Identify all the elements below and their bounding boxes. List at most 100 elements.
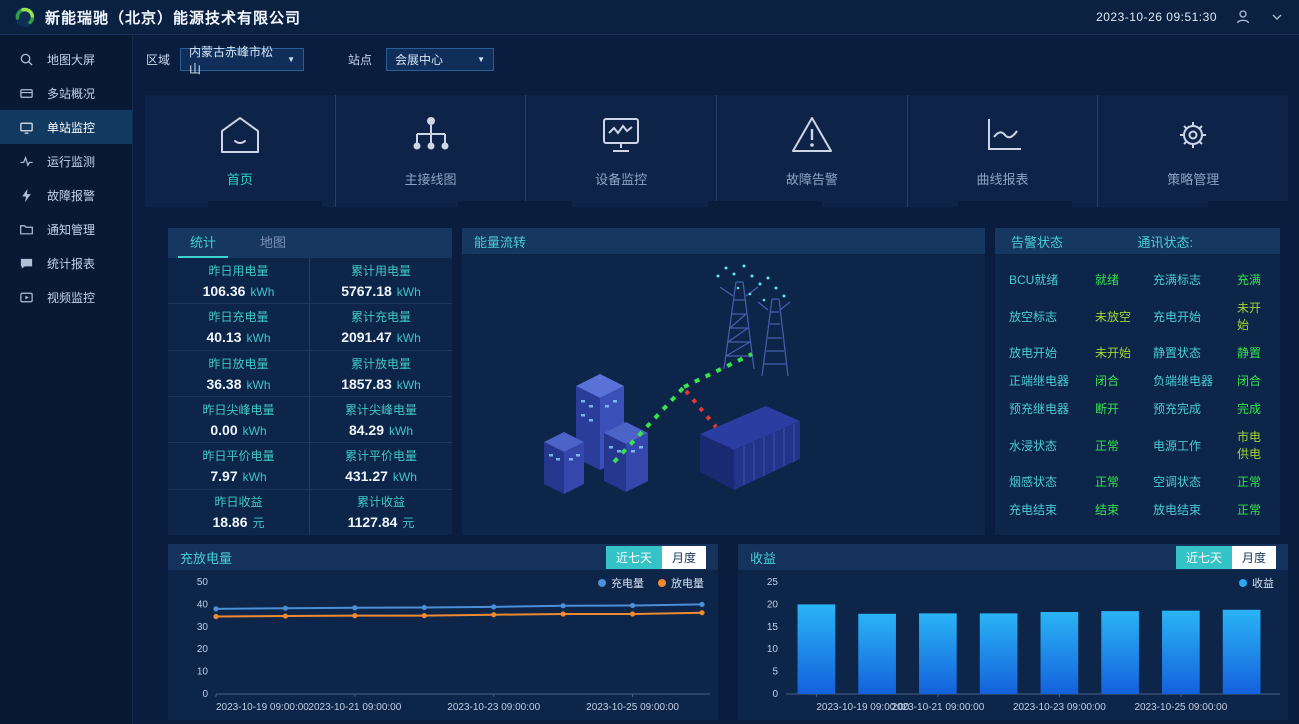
- storage-container: [700, 406, 800, 490]
- sidebar-item-notification[interactable]: 通知管理: [0, 212, 132, 246]
- nav-item-label: 主接线图: [405, 169, 457, 188]
- stat-label: 累计用电量: [351, 262, 411, 279]
- nav-item-device-monitor[interactable]: 设备监控: [525, 95, 716, 207]
- chart-legend: 收益: [1239, 575, 1274, 591]
- stat-value: 18.86元: [212, 514, 264, 531]
- nav-item-wiring-diagram[interactable]: 主接线图: [335, 95, 526, 207]
- status-label: 预充完成: [1153, 400, 1237, 417]
- nav-item-label: 设备监控: [595, 169, 647, 188]
- stat-label: 昨日平价电量: [202, 447, 274, 464]
- stat-cell: 累计收益 1127.84元: [310, 490, 452, 535]
- sidebar-item-report[interactable]: 统计报表: [0, 246, 132, 280]
- stat-cell: 昨日用电量106.36kWh: [168, 258, 310, 303]
- sidebar-item-fault-alarm[interactable]: 故障报警: [0, 178, 132, 212]
- svg-text:2023-10-21 09:00:00: 2023-10-21 09:00:00: [891, 702, 984, 713]
- magnifier-icon: [19, 52, 34, 67]
- status-value: 闭合: [1095, 372, 1153, 389]
- nav-item-label: 策略管理: [1167, 169, 1219, 188]
- status-label: 负端继电器: [1153, 372, 1237, 389]
- nav-item-label: 故障告警: [786, 169, 838, 188]
- svg-text:0: 0: [772, 689, 778, 700]
- gear-icon: [1171, 115, 1215, 155]
- sidebar-item-multi-station[interactable]: 多站概况: [0, 76, 132, 110]
- status-row: 正端继电器闭合负端继电器闭合: [995, 372, 1280, 389]
- statistics-panel: 统计 地图 昨日用电量106.36kWh累计用电量5767.18kWh昨日充电量…: [168, 228, 452, 535]
- stat-value: 1127.84元: [348, 514, 415, 531]
- status-value: 完成: [1237, 400, 1266, 417]
- stat-cell: 累计用电量5767.18kWh: [310, 258, 452, 303]
- monitor-icon: [19, 120, 34, 135]
- status-row: 预充继电器断开预充完成完成: [995, 400, 1280, 417]
- site-select[interactable]: 会展中心 ▼: [386, 48, 494, 71]
- svg-text:50: 50: [197, 577, 209, 588]
- stat-cell: 昨日收益18.86元: [168, 490, 310, 535]
- stat-label: 累计收益: [357, 493, 405, 510]
- status-value: 充满: [1237, 271, 1266, 288]
- tower-sparks: [717, 265, 786, 302]
- waveform-icon: [19, 154, 34, 169]
- chevron-down-icon[interactable]: [1269, 9, 1285, 25]
- energy-line-red: [686, 391, 716, 427]
- status-label: 放电开始: [1009, 344, 1095, 361]
- stat-value: 2091.47kWh: [341, 329, 421, 345]
- sidebar-item-video[interactable]: 视频监控: [0, 280, 132, 314]
- device-monitor-icon: [599, 115, 643, 155]
- svg-text:2023-10-25 09:00:00: 2023-10-25 09:00:00: [586, 702, 679, 713]
- energy-flow-panel: 能量流转: [462, 228, 985, 535]
- company-name: 新能瑞驰（北京）能源技术有限公司: [45, 7, 301, 28]
- sidebar-item-map-screen[interactable]: 地图大屏: [0, 42, 132, 76]
- nav-item-fault-alert[interactable]: 故障告警: [716, 95, 907, 207]
- region-select[interactable]: 内蒙古赤峰市松山 ▼: [180, 48, 304, 71]
- alarm-status-panel: 告警状态 通讯状态: BCU就绪就绪充满标志充满放空标志未放空充电开始未开始放电…: [995, 228, 1280, 535]
- sidebar-item-label: 通知管理: [47, 221, 95, 238]
- energy-flow-title: 能量流转: [474, 232, 526, 251]
- stat-value: 431.27kWh: [345, 468, 417, 484]
- nav-item-label: 曲线报表: [977, 169, 1029, 188]
- status-label: 电源工作: [1153, 437, 1237, 454]
- partial-card: [1208, 201, 1299, 214]
- status-label: 充电开始: [1153, 308, 1237, 325]
- svg-text:15: 15: [767, 622, 779, 633]
- alarm-status-title: 告警状态: [995, 232, 1138, 251]
- stat-label: 累计平价电量: [345, 447, 417, 464]
- stats-tabbar: 统计 地图: [168, 228, 452, 258]
- range-button[interactable]: 近七天: [1176, 546, 1232, 569]
- stat-cell: 累计放电量1857.83kWh: [310, 351, 452, 396]
- status-value: 未开始: [1095, 344, 1153, 361]
- status-label: 正端继电器: [1009, 372, 1095, 389]
- status-row: 水浸状态正常电源工作市电供电: [995, 428, 1280, 462]
- status-label: 充电结束: [1009, 501, 1095, 518]
- datetime: 2023-10-26 09:51:30: [1096, 10, 1217, 24]
- sidebar: 地图大屏 多站概况 单站监控 运行监测 故障报警 通知管理 统计报表 视频监控: [0, 35, 133, 724]
- stat-value: 84.29kWh: [349, 422, 413, 438]
- status-label: 充满标志: [1153, 271, 1237, 288]
- svg-text:2023-10-23 09:00:00: 2023-10-23 09:00:00: [447, 702, 540, 713]
- svg-text:10: 10: [197, 667, 209, 678]
- legend-dot-icon: [1239, 579, 1247, 587]
- nav-item-curve-report[interactable]: 曲线报表: [907, 95, 1098, 207]
- buildings: [544, 374, 648, 494]
- range-button[interactable]: 近七天: [606, 546, 662, 569]
- sidebar-item-label: 地图大屏: [47, 51, 95, 68]
- top-header: 新能瑞驰（北京）能源技术有限公司 2023-10-26 09:51:30: [0, 0, 1299, 35]
- status-label: 预充继电器: [1009, 400, 1095, 417]
- stat-value: 1857.83kWh: [341, 376, 421, 392]
- legend-item[interactable]: 收益: [1239, 575, 1274, 591]
- range-button[interactable]: 月度: [1232, 546, 1276, 569]
- stat-value: 36.38kWh: [206, 376, 270, 392]
- tab-map[interactable]: 地图: [260, 232, 286, 258]
- status-label: 放电结束: [1153, 501, 1237, 518]
- legend-dot-icon: [658, 579, 666, 587]
- sidebar-item-single-station[interactable]: 单站监控: [0, 110, 132, 144]
- range-button[interactable]: 月度: [662, 546, 706, 569]
- legend-item[interactable]: 充电量: [598, 575, 644, 591]
- tab-statistics[interactable]: 统计: [190, 232, 216, 258]
- user-icon[interactable]: [1235, 9, 1251, 25]
- nav-item-strategy[interactable]: 策略管理: [1097, 95, 1288, 207]
- legend-item[interactable]: 放电量: [658, 575, 704, 591]
- svg-text:40: 40: [197, 599, 209, 610]
- status-value: 结束: [1095, 501, 1153, 518]
- filter-bar: 区域 内蒙古赤峰市松山 ▼ 站点 会展中心 ▼: [146, 48, 494, 71]
- sidebar-item-operation-monitor[interactable]: 运行监测: [0, 144, 132, 178]
- nav-item-home[interactable]: 首页: [145, 95, 335, 207]
